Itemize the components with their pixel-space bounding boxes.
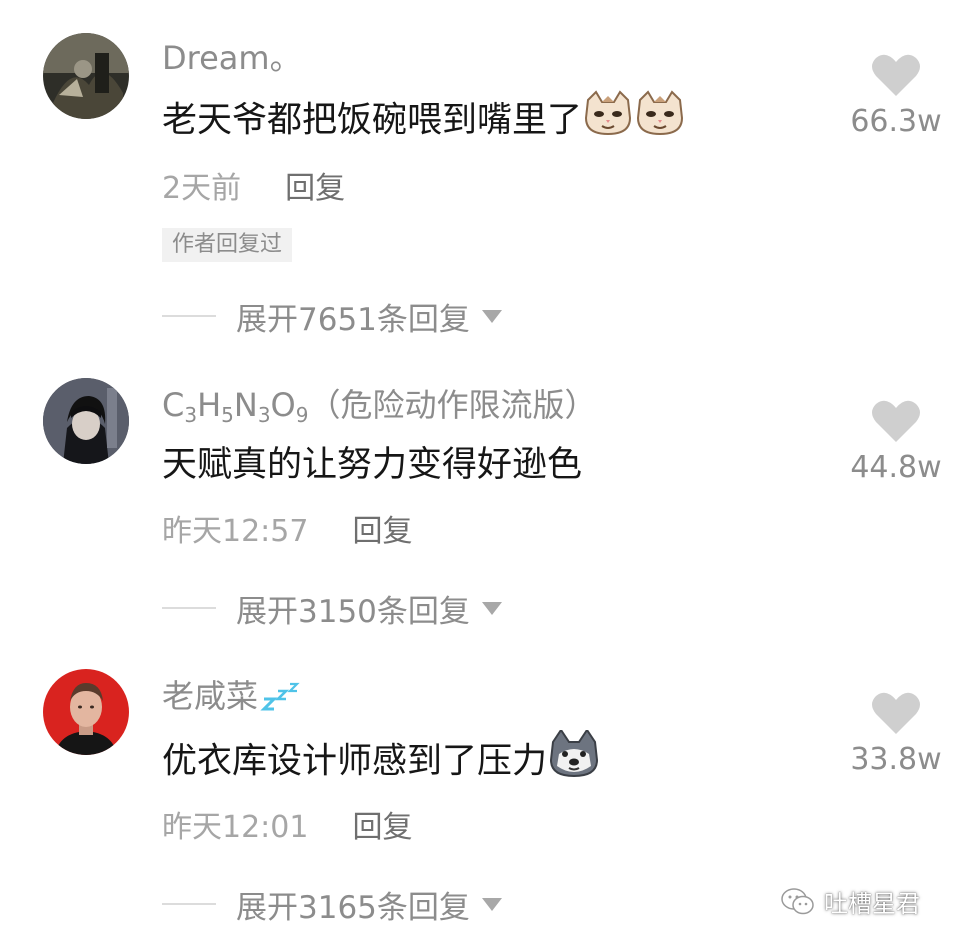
expand-replies-button[interactable]: 展开3150条回复 (162, 588, 502, 630)
like-count: 33.8w (850, 742, 942, 777)
reply-button[interactable]: 回复 (352, 514, 412, 549)
expand-replies-label: 展开3165条回复 (236, 889, 470, 926)
comment-meta: 昨天12:01 回复 (162, 809, 412, 847)
wechat-icon (781, 887, 814, 914)
avatar[interactable] (43, 33, 129, 119)
avatar[interactable] (43, 378, 129, 464)
username[interactable]: 老咸菜 (162, 676, 302, 716)
avatar[interactable] (43, 669, 129, 755)
watermark: 吐槽星君 (780, 884, 920, 919)
comment-text-content: 优衣库设计师感到了压力 (162, 741, 548, 782)
like-count: 66.3w (850, 104, 942, 139)
like-control: 44.8w (840, 398, 952, 485)
comment-text: 老天爷都把饭碗喂到嘴里了 (162, 90, 686, 147)
comment-text-content: 老天爷都把饭碗喂到嘴里了 (162, 100, 583, 141)
reply-button[interactable]: 回复 (285, 171, 345, 206)
comment-time: 昨天12:57 (162, 514, 309, 549)
author-replied-badge: 作者回复过 (162, 228, 293, 262)
divider (162, 315, 216, 317)
like-control: 33.8w (840, 690, 952, 777)
husky-emoji-icon (547, 728, 601, 789)
comment-time: 2天前 (162, 171, 242, 206)
username[interactable]: Dream。 (162, 38, 302, 78)
username[interactable]: C3H5N3O9（危险动作限流版） (162, 385, 596, 435)
comment-text: 优衣库设计师感到了压力 (162, 728, 601, 789)
divider (162, 903, 216, 905)
cat-emoji-icon (582, 90, 634, 147)
heart-icon[interactable] (870, 398, 922, 444)
reply-button[interactable]: 回复 (352, 810, 412, 845)
comment-meta: 2天前 回复 (162, 170, 345, 208)
like-count: 44.8w (850, 450, 942, 485)
divider (162, 607, 216, 609)
expand-replies-label: 展开3150条回复 (236, 593, 470, 630)
expand-replies-button[interactable]: 展开3165条回复 (162, 884, 502, 926)
zzz-icon (260, 682, 300, 711)
comment-time: 昨天12:01 (162, 810, 309, 845)
caret-down-icon (481, 309, 502, 323)
caret-down-icon (481, 897, 502, 911)
cat-emoji-icon (634, 90, 686, 147)
comment-text: 天赋真的让努力变得好逊色 (162, 445, 583, 485)
watermark-text: 吐槽星君 (824, 890, 920, 918)
like-control: 66.3w (840, 52, 952, 139)
heart-icon[interactable] (870, 690, 922, 736)
expand-replies-label: 展开7651条回复 (236, 301, 470, 338)
comment-meta: 昨天12:57 回复 (162, 513, 412, 551)
expand-replies-button[interactable]: 展开7651条回复 (162, 296, 502, 338)
caret-down-icon (481, 601, 502, 615)
heart-icon[interactable] (870, 52, 922, 98)
